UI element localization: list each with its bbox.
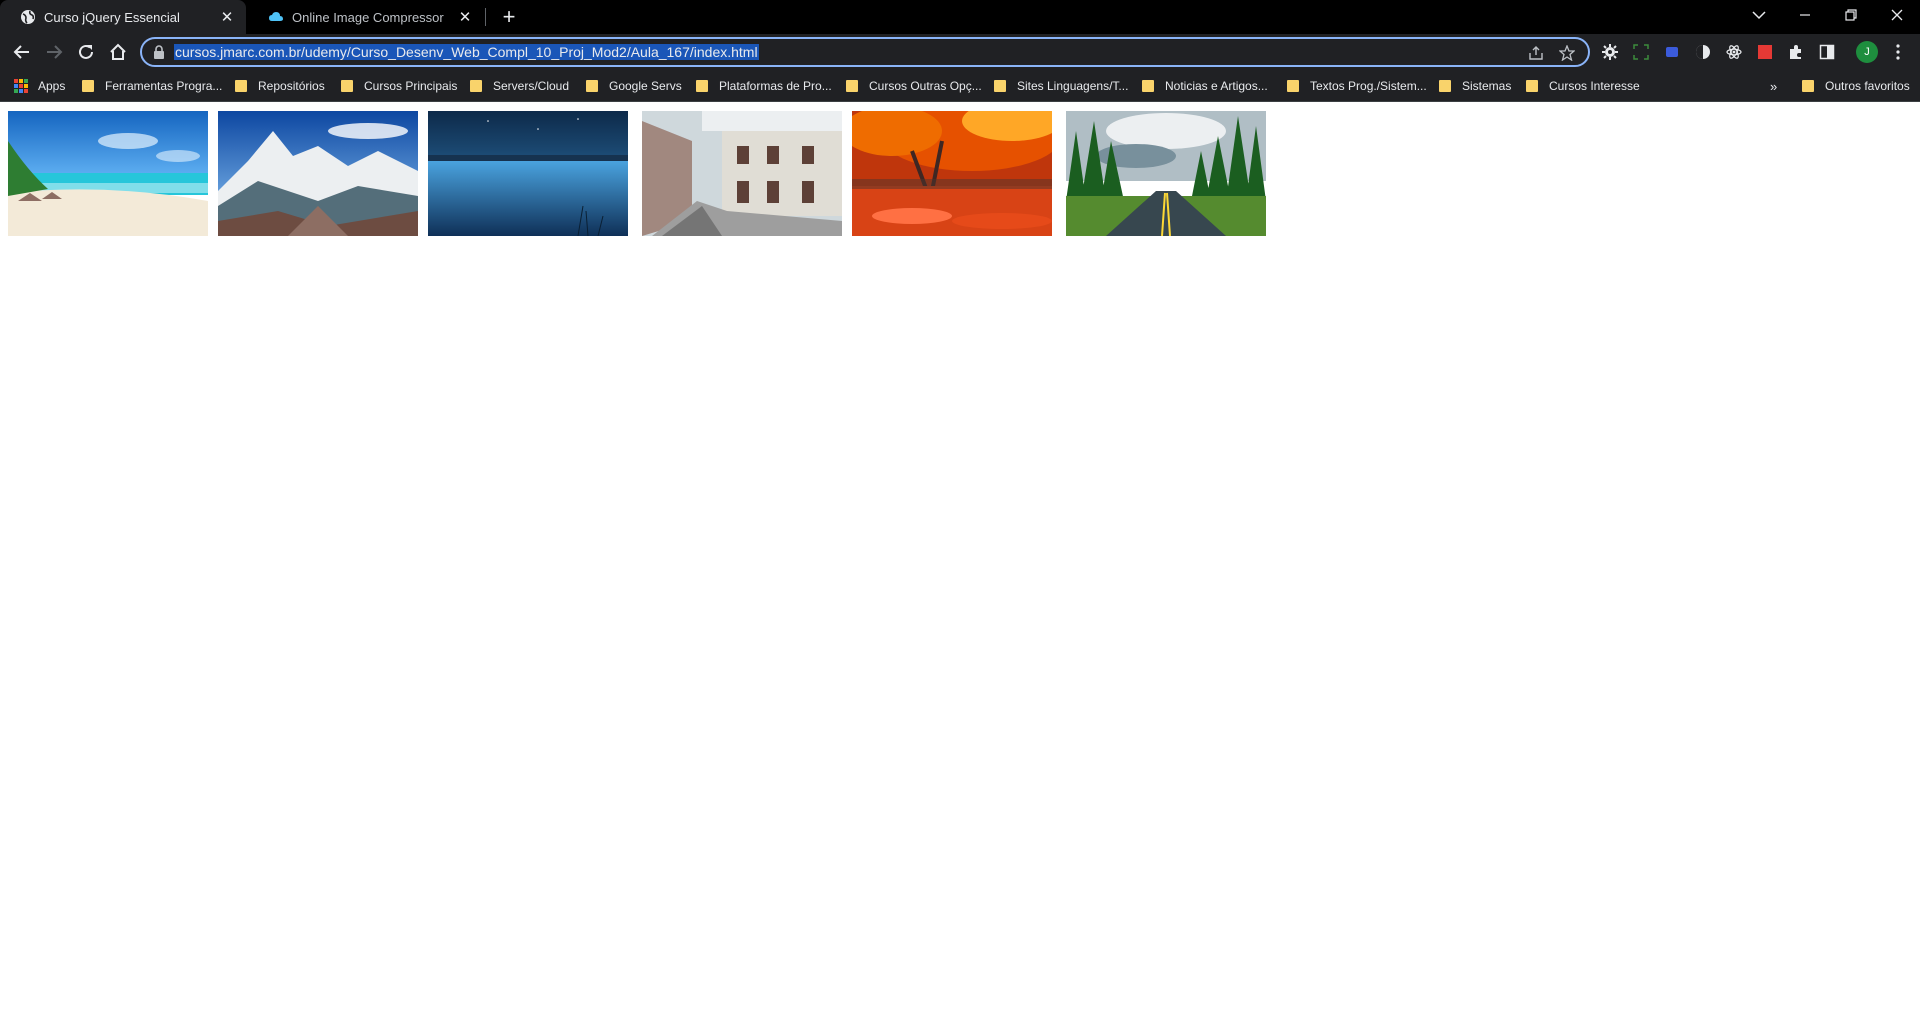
extension-capture-icon[interactable] bbox=[1631, 42, 1651, 62]
home-button[interactable] bbox=[104, 38, 132, 66]
tab-image-compressor[interactable]: Online Image Compressor ✕ bbox=[248, 0, 484, 34]
globe-icon bbox=[21, 10, 35, 24]
bookmark-label: Cursos Outras Opç... bbox=[869, 79, 982, 93]
close-tab-icon[interactable]: ✕ bbox=[456, 8, 474, 26]
bookmark-folder[interactable]: Cursos Principais bbox=[341, 76, 457, 96]
bookmark-label: Servers/Cloud bbox=[493, 79, 570, 93]
tab-divider bbox=[485, 8, 486, 26]
lake-night-photo[interactable] bbox=[428, 111, 628, 236]
folder-icon bbox=[1142, 80, 1154, 92]
folder-icon bbox=[1287, 80, 1299, 92]
tab-title: Online Image Compressor bbox=[292, 9, 444, 25]
restore-icon[interactable] bbox=[1828, 0, 1874, 30]
street-photo[interactable] bbox=[642, 111, 842, 236]
minimize-icon[interactable] bbox=[1782, 0, 1828, 30]
autumn-leaves-photo[interactable] bbox=[852, 111, 1052, 236]
new-tab-button[interactable]: + bbox=[496, 4, 522, 30]
bookmark-folder[interactable]: Repositórios bbox=[235, 76, 325, 96]
bookmark-label: Plataformas de Pro... bbox=[719, 79, 832, 93]
bookmark-star-icon[interactable] bbox=[1558, 44, 1576, 62]
reload-button[interactable] bbox=[72, 38, 100, 66]
page-content bbox=[0, 103, 1920, 1033]
url-text[interactable]: cursos.jmarc.com.br/udemy/Curso_Desenv_W… bbox=[174, 44, 759, 60]
extensions-puzzle-icon[interactable] bbox=[1786, 42, 1806, 62]
close-tab-icon[interactable]: ✕ bbox=[218, 8, 236, 26]
extension-gear-icon[interactable] bbox=[1600, 42, 1620, 62]
share-icon[interactable] bbox=[1527, 44, 1545, 62]
tab-strip: Curso jQuery Essencial ✕ Online Image Co… bbox=[0, 0, 1920, 34]
folder-icon bbox=[846, 80, 858, 92]
folder-icon bbox=[696, 80, 708, 92]
bookmark-label: Cursos Principais bbox=[364, 79, 458, 93]
close-window-icon[interactable] bbox=[1874, 0, 1920, 30]
forest-road-photo[interactable] bbox=[1066, 111, 1266, 236]
folder-icon bbox=[470, 80, 482, 92]
bookmark-folder[interactable]: Textos Prog./Sistem... bbox=[1287, 76, 1427, 96]
bookmark-label: Google Servs bbox=[609, 79, 682, 93]
mountain-photo[interactable] bbox=[218, 111, 418, 236]
folder-icon bbox=[994, 80, 1006, 92]
cloud-icon bbox=[269, 12, 283, 21]
back-arrow-icon bbox=[13, 45, 29, 59]
folder-icon bbox=[341, 80, 353, 92]
tab-title: Curso jQuery Essencial bbox=[44, 9, 180, 25]
extension-red-icon[interactable] bbox=[1755, 42, 1775, 62]
forward-button[interactable] bbox=[40, 38, 68, 66]
tab-search-icon[interactable] bbox=[1736, 0, 1782, 30]
profile-avatar[interactable]: J bbox=[1856, 41, 1878, 63]
bookmark-label: Noticias e Artigos... bbox=[1165, 79, 1268, 93]
profile-initial: J bbox=[1864, 46, 1870, 58]
extension-contrast-icon[interactable] bbox=[1693, 42, 1713, 62]
side-panel-icon[interactable] bbox=[1817, 42, 1837, 62]
bookmark-folder[interactable]: Ferramentas Progra... bbox=[82, 76, 222, 96]
chevron-double-right-icon: » bbox=[1770, 78, 1778, 94]
bookmark-folder[interactable]: Plataformas de Pro... bbox=[696, 76, 832, 96]
folder-icon bbox=[1802, 80, 1814, 92]
bookmark-label: Repositórios bbox=[258, 79, 325, 93]
folder-icon bbox=[586, 80, 598, 92]
bookmark-label: Outros favoritos bbox=[1825, 79, 1910, 93]
bookmarks-bar: Apps Ferramentas Progra... Repositórios … bbox=[0, 70, 1920, 102]
lock-icon[interactable] bbox=[152, 45, 166, 59]
beach-photo[interactable] bbox=[8, 111, 208, 236]
forward-arrow-icon bbox=[47, 45, 63, 59]
home-icon bbox=[110, 43, 126, 60]
bookmark-folder[interactable]: Sites Linguagens/T... bbox=[994, 76, 1128, 96]
bookmark-label: Ferramentas Progra... bbox=[105, 79, 223, 93]
bookmark-folder[interactable]: Noticias e Artigos... bbox=[1142, 76, 1268, 96]
extension-blue-icon[interactable] bbox=[1662, 42, 1682, 62]
bookmark-label: Apps bbox=[38, 79, 66, 93]
bookmark-apps[interactable]: Apps bbox=[14, 76, 65, 96]
browser-toolbar: cursos.jmarc.com.br/udemy/Curso_Desenv_W… bbox=[0, 34, 1920, 70]
bookmark-other-favorites[interactable]: Outros favoritos bbox=[1802, 76, 1910, 96]
menu-kebab-icon[interactable] bbox=[1888, 42, 1908, 62]
folder-icon bbox=[235, 80, 247, 92]
bookmark-folder[interactable]: Servers/Cloud bbox=[470, 76, 569, 96]
bookmark-folder[interactable]: Google Servs bbox=[586, 76, 682, 96]
folder-icon bbox=[1439, 80, 1451, 92]
folder-icon bbox=[1526, 80, 1538, 92]
bookmark-folder[interactable]: Cursos Interesse bbox=[1526, 76, 1640, 96]
reload-icon bbox=[79, 44, 93, 59]
bookmark-label: Sites Linguagens/T... bbox=[1017, 79, 1129, 93]
bookmark-label: Cursos Interesse bbox=[1549, 79, 1640, 93]
bookmark-label: Sistemas bbox=[1462, 79, 1512, 93]
bookmark-label: Textos Prog./Sistem... bbox=[1310, 79, 1427, 93]
address-bar[interactable]: cursos.jmarc.com.br/udemy/Curso_Desenv_W… bbox=[140, 37, 1590, 67]
back-button[interactable] bbox=[8, 38, 36, 66]
bookmark-folder[interactable]: Cursos Outras Opç... bbox=[846, 76, 982, 96]
extension-react-icon[interactable] bbox=[1724, 42, 1744, 62]
apps-grid-icon bbox=[14, 79, 28, 93]
bookmark-folder[interactable]: Sistemas bbox=[1439, 76, 1511, 96]
tab-curso-jquery[interactable]: Curso jQuery Essencial ✕ bbox=[0, 0, 246, 34]
folder-icon bbox=[82, 80, 94, 92]
bookmarks-overflow-button[interactable]: » bbox=[1770, 76, 1777, 96]
